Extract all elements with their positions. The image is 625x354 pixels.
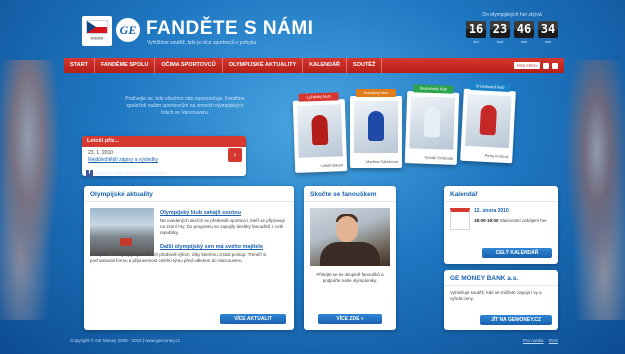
todo-date: 23. 1. 2010 xyxy=(88,150,114,156)
crowd-left-decoration xyxy=(0,60,70,320)
news-photo[interactable] xyxy=(90,208,154,256)
athlete-figure xyxy=(311,114,329,146)
print-icon[interactable] xyxy=(552,62,558,69)
athlete-card-tag: Skokanský klub xyxy=(413,84,454,94)
nav-item-olympijske-aktuality[interactable]: OLYMPIJSKÉ AKTUALITY xyxy=(223,58,304,73)
athlete-photo xyxy=(464,93,512,149)
olympic-rings-icon: ∞∞∞ xyxy=(90,36,104,42)
news-title: Olympijské aktuality xyxy=(84,186,294,202)
countdown-hours-unit: hod xyxy=(496,39,504,44)
fan-photo-body xyxy=(320,242,380,266)
footer-link-media[interactable]: Pro média xyxy=(523,338,544,343)
ge-text: Vyhlašuje soutěž, kde se můžete zapojit … xyxy=(450,290,542,301)
facebook-icon: f xyxy=(86,170,93,177)
news-article-1-title[interactable]: Olympijský klub zahájil sezónu xyxy=(160,210,241,216)
ge-logo[interactable]: GE xyxy=(116,18,140,42)
athlete-name: Petra Kvitová xyxy=(484,152,509,160)
athlete-name: Martina Sáblíková xyxy=(365,159,398,164)
fan-text: Přidejte se ke skupině fanoušků a podpoř… xyxy=(316,272,384,283)
nav-item-ocima-sportovcu[interactable]: OČIMA SPORTOVCŮ xyxy=(155,58,223,73)
nav-item-kalendar[interactable]: KALENDÁŘ xyxy=(303,58,348,73)
site-subtitle: Vyhlížíme soutěž, kde je více sportovců … xyxy=(147,40,257,46)
fan-more-button[interactable]: VÍCE ZDE » xyxy=(318,314,382,324)
athlete-card[interactable]: Hokejový klub Martina Sáblíková xyxy=(350,89,402,168)
page: ∞∞∞ GE FANDĚTE S NÁMI Vyhlížíme soutěž, … xyxy=(64,0,564,354)
countdown-minutes-unit: min xyxy=(520,39,528,44)
more-news-button[interactable]: VÍCE AKTUALIT xyxy=(220,314,286,324)
calendar-icon xyxy=(450,208,470,230)
countdown-days: 16 xyxy=(466,21,486,38)
footer-copyright: Copyright © GE Money 2009 - 2010 | www.g… xyxy=(70,338,180,343)
ge-website-button[interactable]: JÍT NA GEMONEY.CZ xyxy=(480,315,552,325)
olympic-team-logo[interactable]: ∞∞∞ xyxy=(82,16,112,46)
athlete-photo xyxy=(409,96,456,150)
hero-intro: Podívejte se, kdo všechno nás reprezentu… xyxy=(125,96,245,116)
full-calendar-button[interactable]: CELÝ KALENDÁŘ xyxy=(482,248,552,258)
news-panel: Olympijské aktuality Olympijský klub zah… xyxy=(84,186,294,330)
athlete-card-tag: Snowboard klub xyxy=(469,82,511,93)
athlete-figure xyxy=(423,106,441,138)
countdown-days-unit: dní xyxy=(473,39,479,44)
footer: Copyright © GE Money 2009 - 2010 | www.g… xyxy=(64,338,564,343)
athlete-name: Tomáš Svoboda xyxy=(424,154,454,161)
countdown-hours: 23 xyxy=(490,21,510,38)
crowd-right-decoration xyxy=(555,60,625,320)
athlete-figure xyxy=(368,111,384,141)
ge-title: GE MONEY BANK a.s. xyxy=(444,270,558,286)
todo-header: Letoší přiz... xyxy=(82,136,246,147)
todo-link[interactable]: Nejdůležitější zápisy a výsledky xyxy=(88,157,158,163)
rss-pill[interactable]: RSS FEED xyxy=(513,62,540,69)
calendar-title: Kalendář xyxy=(444,186,558,202)
countdown-seconds-unit: sek xyxy=(544,39,552,44)
news-article-2-body: Druhý den na olympijských akcích předved… xyxy=(90,252,267,263)
calendar-event: Slavnostní zahájení her xyxy=(499,218,547,223)
nav-share-icons: RSS FEED xyxy=(513,62,558,69)
athlete-card[interactable]: Snowboard klub Petra Kvitová xyxy=(460,82,516,164)
athlete-card-tag: Lyžařský klub xyxy=(298,92,339,102)
nav-item-soutez[interactable]: SOUTĚŽ xyxy=(347,58,383,73)
athlete-card[interactable]: Skokanský klub Tomáš Svoboda xyxy=(404,84,460,165)
news-article-1-body: Na uvedených akcích se předvedli sportov… xyxy=(160,218,285,235)
athlete-photo xyxy=(296,104,343,158)
czech-flag-icon xyxy=(86,20,108,34)
countdown-seconds: 34 xyxy=(538,21,558,38)
header: ∞∞∞ GE FANDĚTE S NÁMI Vyhlížíme soutěž, … xyxy=(64,10,564,56)
main-nav: START FANDĚME SPOLU OČIMA SPORTOVCŮ OLYM… xyxy=(64,58,564,73)
athlete-figure xyxy=(479,104,498,136)
nav-item-start[interactable]: START xyxy=(64,58,95,73)
facebook-link-label: Najdete nás také na Facebooku xyxy=(96,170,167,177)
calendar-panel: Kalendář 12. února 2010 18:00-19:00 Slav… xyxy=(444,186,558,264)
countdown-minutes: 46 xyxy=(514,21,534,38)
fan-photo[interactable] xyxy=(310,208,390,266)
nav-item-fandeme-spolu[interactable]: FANDĚME SPOLU xyxy=(95,58,156,73)
share-icon[interactable] xyxy=(543,62,549,69)
news-article-2-title[interactable]: Další olympijský sen má svého majitele xyxy=(160,244,263,250)
fan-title: Skočte se fanouškem xyxy=(304,186,396,202)
countdown-label: Do olympijských her zbývá xyxy=(482,12,542,18)
calendar-date[interactable]: 12. února 2010 xyxy=(474,208,509,214)
athlete-card[interactable]: Lyžařský klub Lukáš Bauer xyxy=(292,92,348,173)
footer-link-rss[interactable]: RSS xyxy=(549,338,558,343)
fan-panel: Skočte se fanouškem Přidejte se ke skupi… xyxy=(304,186,396,330)
facebook-link[interactable]: f Najdete nás také na Facebooku xyxy=(86,170,167,177)
calendar-entry: 18:00-19:00 Slavnostní zahájení her xyxy=(474,218,554,224)
todo-arrow-button[interactable]: › xyxy=(228,148,242,162)
countdown: Do olympijských her zbývá 16 dní 23 hod 46… xyxy=(462,12,562,44)
athlete-photo xyxy=(354,101,398,153)
athlete-card-tag: Hokejový klub xyxy=(356,89,396,97)
site-title: FANDĚTE S NÁMI xyxy=(146,18,314,39)
athlete-name: Lukáš Bauer xyxy=(320,162,344,168)
calendar-time: 18:00-19:00 xyxy=(474,218,499,223)
fan-photo-head xyxy=(336,216,358,242)
ge-panel: GE MONEY BANK a.s. Vyhlašuje soutěž, kde… xyxy=(444,270,558,330)
